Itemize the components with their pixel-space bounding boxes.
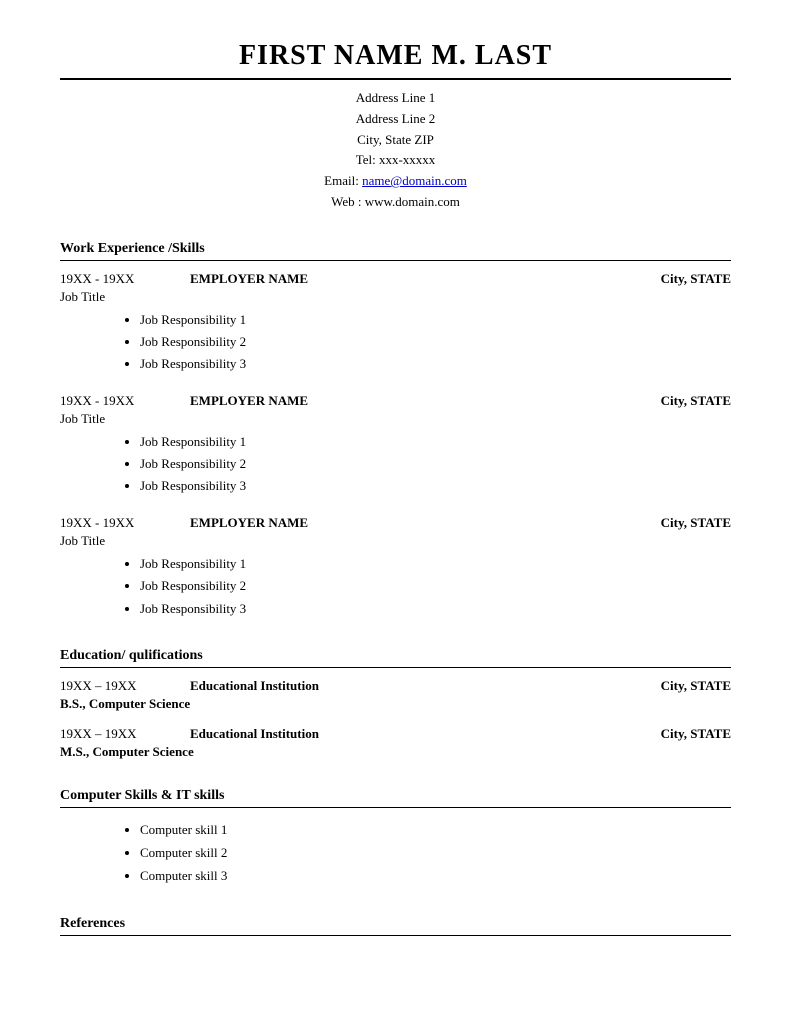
list-item: Job Responsibility 3 — [140, 353, 731, 375]
job-responsibilities-3: Job Responsibility 1 Job Responsibility … — [140, 553, 731, 619]
job-title-1: Job Title — [60, 289, 731, 305]
job-entry-3: 19XX - 19XX EMPLOYER NAME City, STATE Jo… — [60, 515, 731, 619]
resume-page: FIRST NAME M. LAST Address Line 1 Addres… — [0, 0, 791, 1024]
web: Web : www.domain.com — [60, 192, 731, 213]
contact-info: Address Line 1 Address Line 2 City, Stat… — [60, 88, 731, 213]
skills-list: Computer skill 1 Computer skill 2 Comput… — [140, 818, 731, 888]
list-item: Job Responsibility 1 — [140, 553, 731, 575]
education-section: Education/ qulifications 19XX – 19XX Edu… — [60, 648, 731, 760]
edu-degree-2: M.S., Computer Science — [60, 744, 731, 760]
work-experience-title: Work Experience /Skills — [60, 241, 731, 261]
city-state-zip: City, State ZIP — [60, 130, 731, 151]
job-location-2: City, STATE — [591, 393, 731, 409]
job-location-1: City, STATE — [591, 271, 731, 287]
job-header-1: 19XX - 19XX EMPLOYER NAME City, STATE — [60, 271, 731, 287]
list-item: Computer skill 3 — [140, 864, 731, 887]
email-link[interactable]: name@domain.com — [362, 173, 467, 188]
edu-header-1: 19XX – 19XX Educational Institution City… — [60, 678, 731, 694]
computer-skills-title: Computer Skills & IT skills — [60, 788, 731, 808]
job-employer-3: EMPLOYER NAME — [190, 515, 591, 531]
edu-dates-2: 19XX – 19XX — [60, 726, 190, 742]
address-line1: Address Line 1 — [60, 88, 731, 109]
list-item: Job Responsibility 2 — [140, 331, 731, 353]
job-dates-3: 19XX - 19XX — [60, 515, 190, 531]
list-item: Job Responsibility 1 — [140, 309, 731, 331]
full-name: FIRST NAME M. LAST — [60, 40, 731, 80]
list-item: Job Responsibility 1 — [140, 431, 731, 453]
job-responsibilities-2: Job Responsibility 1 Job Responsibility … — [140, 431, 731, 497]
job-dates-1: 19XX - 19XX — [60, 271, 190, 287]
job-employer-2: EMPLOYER NAME — [190, 393, 591, 409]
references-section: References — [60, 916, 731, 936]
job-title-2: Job Title — [60, 411, 731, 427]
list-item: Job Responsibility 3 — [140, 475, 731, 497]
list-item: Computer skill 1 — [140, 818, 731, 841]
edu-location-2: City, STATE — [591, 726, 731, 742]
edu-entry-1: 19XX – 19XX Educational Institution City… — [60, 678, 731, 712]
list-item: Job Responsibility 3 — [140, 598, 731, 620]
job-entry-1: 19XX - 19XX EMPLOYER NAME City, STATE Jo… — [60, 271, 731, 375]
job-dates-2: 19XX - 19XX — [60, 393, 190, 409]
job-title-3: Job Title — [60, 533, 731, 549]
email-label: Email: — [324, 173, 362, 188]
job-employer-1: EMPLOYER NAME — [190, 271, 591, 287]
edu-dates-1: 19XX – 19XX — [60, 678, 190, 694]
job-header-3: 19XX - 19XX EMPLOYER NAME City, STATE — [60, 515, 731, 531]
edu-entry-2: 19XX – 19XX Educational Institution City… — [60, 726, 731, 760]
edu-header-2: 19XX – 19XX Educational Institution City… — [60, 726, 731, 742]
address-line2: Address Line 2 — [60, 109, 731, 130]
tel: Tel: xxx-xxxxx — [60, 150, 731, 171]
education-title: Education/ qulifications — [60, 648, 731, 668]
list-item: Job Responsibility 2 — [140, 575, 731, 597]
job-header-2: 19XX - 19XX EMPLOYER NAME City, STATE — [60, 393, 731, 409]
list-item: Computer skill 2 — [140, 841, 731, 864]
list-item: Job Responsibility 2 — [140, 453, 731, 475]
job-location-3: City, STATE — [591, 515, 731, 531]
job-entry-2: 19XX - 19XX EMPLOYER NAME City, STATE Jo… — [60, 393, 731, 497]
edu-institution-2: Educational Institution — [190, 726, 591, 742]
work-experience-section: Work Experience /Skills 19XX - 19XX EMPL… — [60, 241, 731, 620]
edu-degree-1: B.S., Computer Science — [60, 696, 731, 712]
email-line: Email: name@domain.com — [60, 171, 731, 192]
edu-location-1: City, STATE — [591, 678, 731, 694]
computer-skills-section: Computer Skills & IT skills Computer ski… — [60, 788, 731, 888]
edu-institution-1: Educational Institution — [190, 678, 591, 694]
job-responsibilities-1: Job Responsibility 1 Job Responsibility … — [140, 309, 731, 375]
references-title: References — [60, 916, 731, 936]
